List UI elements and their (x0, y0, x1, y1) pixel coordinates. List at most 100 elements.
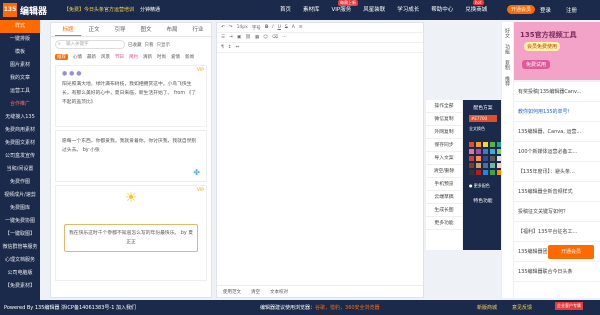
clear-format-icon[interactable]: ⌫ (272, 35, 278, 40)
register-link[interactable]: 注册 (566, 6, 577, 14)
tab-body[interactable]: 正文 (81, 23, 107, 36)
leftnav-item[interactable]: 运营工具 (0, 85, 40, 98)
vtab[interactable]: 推荐 (504, 76, 511, 86)
color-swatch[interactable] (476, 142, 481, 147)
color-swatch[interactable] (483, 170, 488, 175)
news-item[interactable]: 135编辑器联合今日头条 (514, 262, 600, 282)
nav-materials[interactable]: 素材库 (303, 5, 320, 13)
underline-icon[interactable]: U (278, 25, 281, 30)
news-item[interactable]: 投稿征文关键写如何？ (514, 202, 600, 222)
tab-guide[interactable]: 引导 (107, 23, 133, 36)
leftnav-item[interactable]: 合作推广 (0, 98, 40, 111)
news-item[interactable]: 【135年度讯】：避头条... (514, 162, 600, 182)
nav-style[interactable]: 风星装联 (363, 5, 385, 13)
footer-shop-link[interactable]: 新版商城 (477, 304, 497, 311)
nav-home[interactable]: 首页 (280, 5, 291, 13)
color-swatch[interactable] (476, 156, 481, 161)
color-swatch[interactable] (483, 142, 488, 147)
action-item[interactable]: 微信复制 (426, 113, 462, 126)
color-swatch[interactable] (483, 149, 488, 154)
leftnav-item[interactable]: 当和/间设置 (0, 163, 40, 176)
color-swatch[interactable] (490, 142, 495, 147)
italic-icon[interactable]: I (272, 25, 273, 30)
vtab[interactable]: 功能 (504, 44, 511, 54)
action-item[interactable]: 生成长图 (426, 204, 462, 217)
leftnav-item[interactable]: 免费图文素材 (0, 137, 40, 150)
redo-icon[interactable]: ↷ (229, 25, 233, 30)
color-swatch[interactable] (469, 163, 474, 168)
action-item[interactable]: 清空/删除 (426, 165, 462, 178)
notice-text[interactable]: 【免费】今日头条官方运营培训 (64, 6, 134, 13)
nav-help[interactable]: 帮助中心 (431, 5, 453, 13)
leftnav-item[interactable]: 无缝接入135 (0, 111, 40, 124)
leftnav-item[interactable]: 公司电脑版 (0, 267, 40, 280)
action-item[interactable]: 云端草稿 (426, 191, 462, 204)
color-swatch[interactable] (469, 156, 474, 161)
action-item[interactable]: 更多功能 (426, 217, 462, 230)
color-swatch[interactable] (469, 170, 474, 175)
leftnav-item[interactable]: 图片素材 (0, 59, 40, 72)
vtab[interactable]: 好文 (504, 28, 511, 38)
leftnav-item[interactable]: 【免费素材】 (0, 280, 40, 293)
proofread-button[interactable]: 文本校对 (270, 289, 288, 295)
more-colors-button[interactable]: ● 更多配色 (469, 183, 497, 189)
leftnav-item[interactable]: 【一键取图】 (0, 228, 40, 241)
action-item[interactable]: 保存同步 (426, 139, 462, 152)
filter-chip[interactable]: 最新 (87, 54, 96, 60)
undo-icon[interactable]: ↶ (221, 25, 225, 30)
color-swatch[interactable] (469, 149, 474, 154)
action-item[interactable]: 导入文案 (426, 152, 462, 165)
table-icon[interactable]: ▦ (255, 35, 259, 40)
image-icon[interactable]: ▣ (237, 35, 241, 40)
login-link[interactable]: 登录 (540, 6, 551, 14)
leftnav-item[interactable]: 免费图库 (0, 202, 40, 215)
color-swatch[interactable] (476, 149, 481, 154)
news-item[interactable]: 135编辑器全新音频样式 (514, 182, 600, 202)
clear-button[interactable]: 清空 (251, 289, 260, 295)
action-item[interactable]: 外网复制 (426, 126, 462, 139)
strike-icon[interactable]: S (285, 25, 288, 30)
color-swatch[interactable] (483, 163, 488, 168)
favorites-checkbox[interactable]: 已收藏 (128, 42, 142, 48)
filter-chip[interactable]: 节日 (115, 54, 124, 60)
filter-chip[interactable]: 时尚 (157, 54, 166, 60)
list-icon[interactable]: ☰ (221, 35, 225, 40)
color-swatch[interactable] (483, 156, 488, 161)
link-icon[interactable]: ⛓ (245, 35, 251, 40)
color-hex-input[interactable]: #E7700 (469, 115, 497, 122)
tab-industry[interactable]: 行业 (185, 23, 211, 36)
news-item[interactable]: 有奖投稿|135编辑器Canv... (514, 82, 600, 102)
font-name-select[interactable]: 字号 (252, 25, 261, 31)
tab-layout[interactable]: 布局 (159, 23, 185, 36)
logo[interactable]: 135 编辑器 (3, 3, 47, 17)
news-item[interactable]: 100个新媒体运营必备工... (514, 142, 600, 162)
news-item[interactable]: 135编辑器，Canva, 运营... (514, 122, 600, 142)
leftnav-item[interactable]: 模板 (0, 46, 40, 59)
news-item[interactable]: 【福利】135平台征名工... (514, 222, 600, 242)
notice-link[interactable]: 分钟精通 (140, 6, 160, 13)
promo-banner[interactable]: 135官方视频工具 会员免费使用 免费试用 (514, 22, 600, 80)
banner-cta[interactable]: 免费试用 (522, 60, 551, 69)
filter-chip[interactable]: 爱情 (171, 54, 180, 60)
float-vip-button[interactable]: 开通会员 (548, 245, 594, 259)
format-icon[interactable]: ¶ (221, 45, 224, 50)
leftnav-item[interactable]: 免费作图 (0, 176, 40, 189)
nav-learn[interactable]: 学习成长 (397, 5, 419, 13)
only-checkbox[interactable]: 只看 (145, 42, 154, 48)
special-features-button[interactable]: 特色功能 (463, 197, 503, 204)
color-swatch[interactable] (476, 170, 481, 175)
leftnav-item[interactable]: 我的文章 (0, 72, 40, 85)
nav-vip[interactable]: VIP服务 (332, 5, 352, 13)
color-swatch[interactable] (490, 163, 495, 168)
only-show-checkbox[interactable]: 只显示 (157, 42, 171, 48)
search-input[interactable]: ⌕ 输入关键字 (55, 40, 125, 49)
bold-icon[interactable]: B (265, 25, 268, 30)
color-swatch[interactable] (490, 156, 495, 161)
vip-button[interactable]: 开通会员 (507, 5, 536, 14)
font-size-select[interactable]: 14px (237, 25, 248, 30)
color-swatch[interactable] (476, 163, 481, 168)
spacing-icon[interactable]: ⇔ (236, 45, 240, 50)
leftnav-item[interactable]: 一键排版 (0, 33, 40, 46)
template-card[interactable]: VIP ☀ 我在快乐这时千个参都不知道怎么写的年份最快乐。 by 夏正正 (55, 185, 207, 281)
filter-chip[interactable]: 心情 (73, 54, 82, 60)
